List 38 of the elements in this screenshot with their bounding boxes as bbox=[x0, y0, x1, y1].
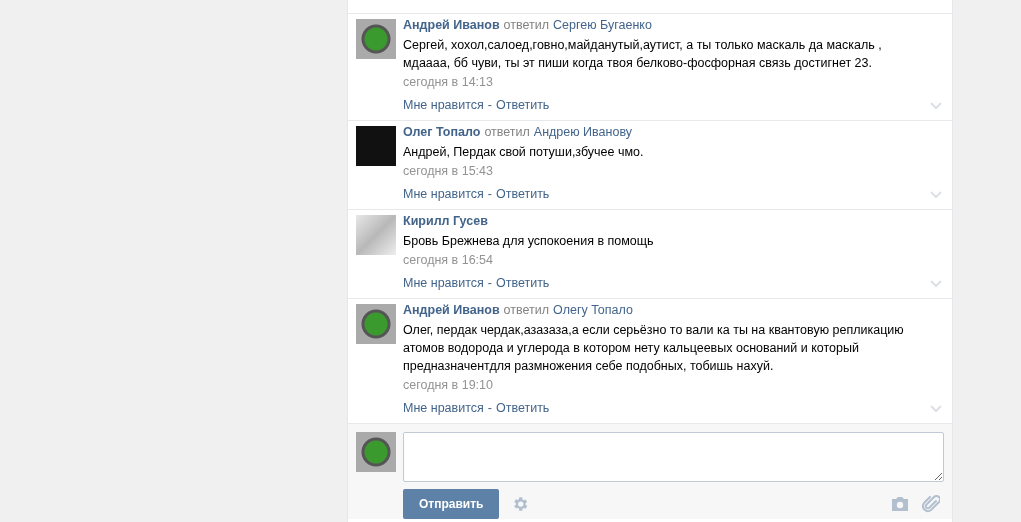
comment-text: Бровь Брежнева для успокоения в помощь bbox=[403, 233, 655, 250]
like-link[interactable]: Мне нравится bbox=[403, 97, 484, 114]
reply-link[interactable]: Ответить bbox=[495, 400, 550, 417]
paperclip-icon[interactable] bbox=[922, 494, 940, 514]
comment-text: Олег, пердак чердак,азазаза,а если серьёзно то вали ка ты на квантовую репликацию атомов водорода и углерода в котором нету кальцеевых оснований и который предназначентдля размножения себе подобных, тобишь нахуй. bbox=[403, 322, 905, 375]
author-link[interactable]: Андрей Иванов bbox=[403, 18, 500, 32]
separator: - bbox=[487, 275, 492, 292]
reply-to-link[interactable]: Сергею Бугаенко bbox=[553, 18, 652, 32]
chevron-down-icon[interactable] bbox=[930, 280, 942, 288]
camera-icon[interactable] bbox=[890, 496, 910, 512]
avatar-image[interactable] bbox=[356, 215, 396, 255]
avatar-image[interactable] bbox=[356, 432, 396, 472]
replied-label: ответил bbox=[503, 303, 550, 317]
separator: - bbox=[487, 97, 492, 114]
comment-input-field[interactable] bbox=[403, 432, 944, 482]
comment-text: Сергей, хохол,салоед,говно,майданутый,аутист, а ты только маскаль да маскаль , мдаааа, бб чуви, ты эт пиши когда твоя белково-фосфорная связь достигнет 23. bbox=[403, 37, 883, 72]
avatar-image[interactable] bbox=[356, 19, 396, 59]
like-link[interactable]: Мне нравится bbox=[403, 400, 484, 417]
reply-link[interactable]: Ответить bbox=[495, 275, 550, 292]
author-link[interactable]: Олег Топало bbox=[403, 125, 481, 139]
reply-link[interactable]: Ответить bbox=[495, 97, 550, 114]
author-link[interactable]: Андрей Иванов bbox=[403, 303, 500, 317]
send-button[interactable]: Отправить bbox=[403, 489, 500, 519]
reply-link[interactable]: Ответить bbox=[495, 186, 550, 203]
chevron-down-icon[interactable] bbox=[930, 191, 942, 199]
avatar-image[interactable] bbox=[356, 304, 396, 344]
separator: - bbox=[487, 400, 492, 417]
chevron-down-icon[interactable] bbox=[930, 102, 942, 110]
replied-label: ответил bbox=[484, 125, 530, 139]
reply-to-link[interactable]: Олегу Топало bbox=[553, 303, 633, 317]
chevron-down-icon[interactable] bbox=[930, 405, 942, 413]
reply-to-link[interactable]: Андрею Иванову bbox=[533, 125, 633, 139]
like-link[interactable]: Мне нравится bbox=[403, 186, 484, 203]
comment-text: Андрей, Пердак свой потуши,збучее чмо. bbox=[403, 144, 645, 161]
separator: - bbox=[487, 186, 492, 203]
replied-label: ответил bbox=[503, 18, 550, 32]
like-link[interactable]: Мне нравится bbox=[403, 275, 484, 292]
author-link[interactable]: Кирилл Гусев bbox=[403, 214, 488, 228]
